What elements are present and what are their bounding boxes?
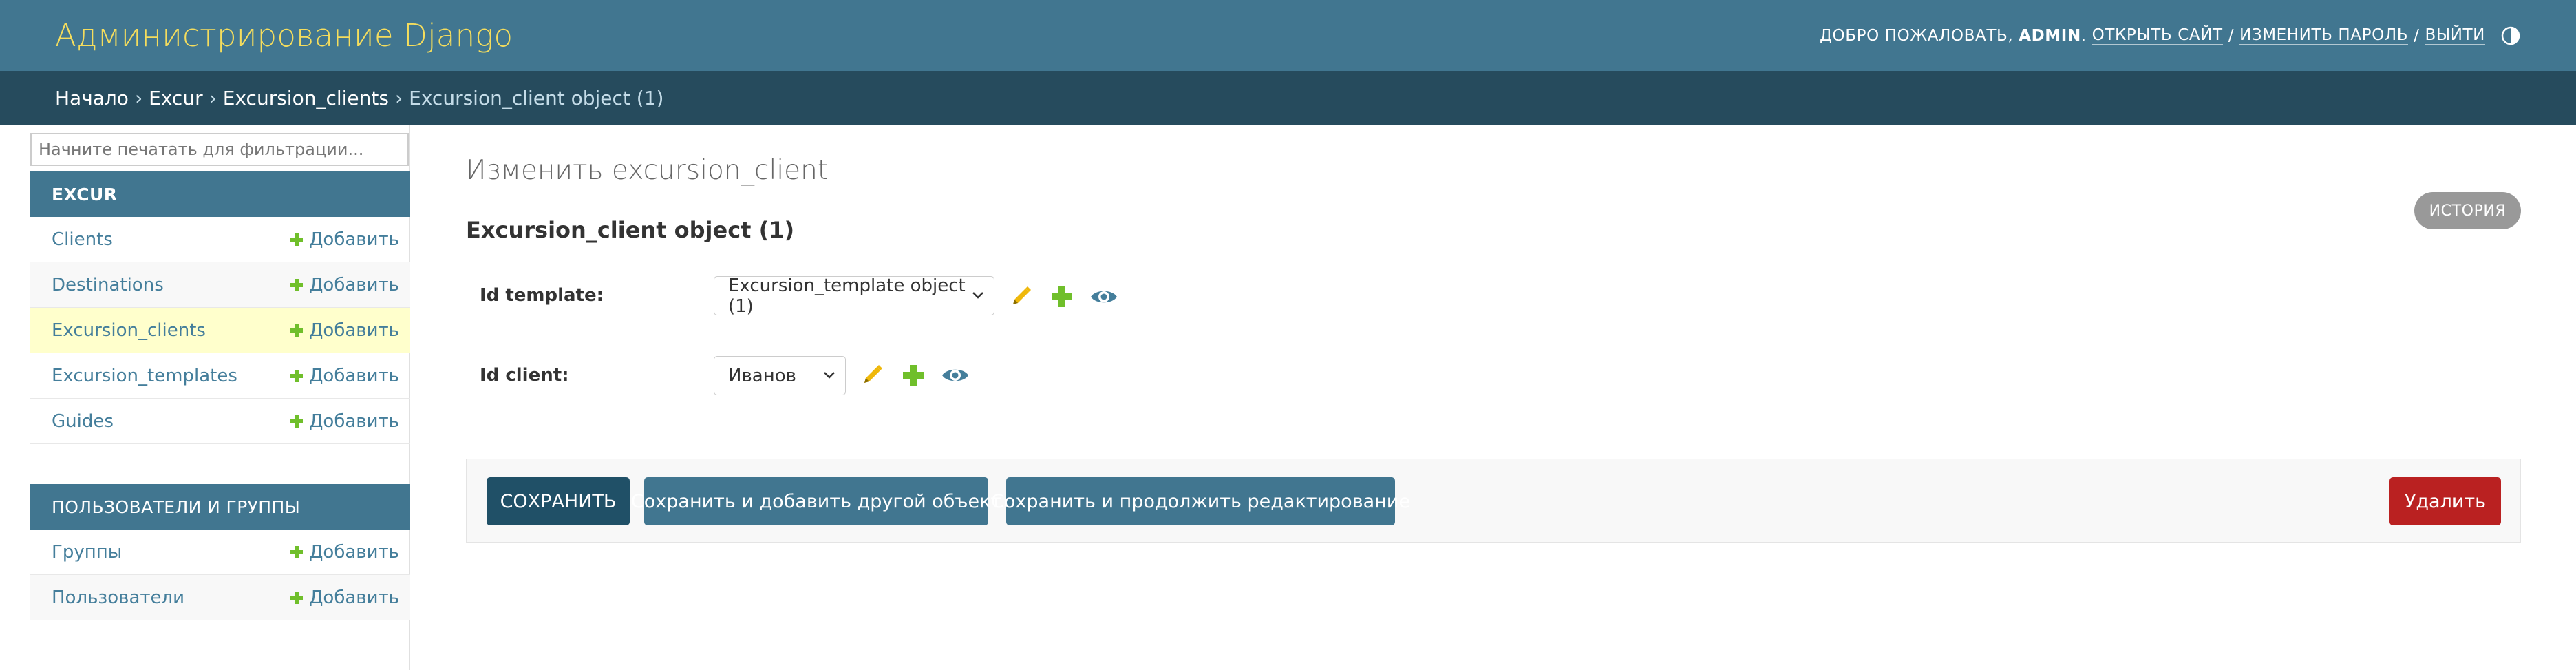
welcome-text: Добро пожаловать, [1819,26,2014,45]
eye-icon[interactable] [940,362,970,389]
form-row-id-client: Id client: Иванов [466,335,2521,415]
field-label: Id template: [480,285,604,306]
add-link-label: Добавить [309,320,399,341]
nav-sidebar: Excur Clients Добавить Destinations Доба… [30,125,410,670]
add-related-icon[interactable] [1048,283,1076,311]
plus-icon [290,278,304,291]
select-value: Excursion_template object (1) [728,275,966,317]
history-button[interactable]: История [2414,192,2521,229]
object-title: Excursion_client object (1) [466,217,795,243]
add-link-label: Добавить [309,229,399,250]
sidebar-item-excursion-clients: Excursion_clients Добавить [30,308,410,353]
add-link-label: Добавить [309,365,399,386]
add-link-label: Добавить [309,274,399,295]
breadcrumb-current: Excursion_client object (1) [409,86,664,109]
add-guides-link[interactable]: Добавить [290,411,399,432]
user-tools-separator: / [2228,26,2235,45]
save-and-continue-button[interactable]: Сохранить и продолжить редактирование [991,477,1410,525]
pencil-icon[interactable] [1007,283,1034,311]
field-label: Id client: [480,365,569,386]
username: admin [2019,26,2081,45]
breadcrumb-home[interactable]: Начало [55,87,129,109]
app-module-excur: Excur Clients Добавить Destinations Доба… [30,171,410,444]
plus-icon [290,591,304,604]
save-button[interactable]: Сохранить [487,477,630,525]
sidebar-item-label[interactable]: Группы [52,542,122,563]
module-caption-excur[interactable]: Excur [30,171,410,217]
plus-icon [290,233,304,246]
page-title: Изменить excursion_client [466,155,829,186]
site-branding[interactable]: Администрирование Django [55,17,513,54]
submit-row: Сохранить Сохранить и добавить другой об… [466,459,2521,543]
view-site-link[interactable]: Открыть сайт [2091,26,2223,45]
site-header: Администрирование Django Добро пожаловат… [0,0,2576,71]
breadcrumb-separator: › [209,86,217,109]
breadcrumb: Начало › Excur › Excursion_clients › Exc… [0,71,2576,125]
sidebar-item-excursion-templates: Excursion_templates Добавить [30,353,410,399]
plus-icon [290,369,304,382]
chevron-down-icon [972,292,983,299]
sidebar-item-label[interactable]: Excursion_clients [52,320,206,341]
add-link-label: Добавить [309,541,399,563]
chevron-down-icon [824,372,835,379]
sidebar-item-destinations: Destinations Добавить [30,262,410,308]
sidebar-item-users: Пользователи Добавить [30,575,410,620]
breadcrumb-app[interactable]: Excur [149,87,202,109]
app-module-auth: Пользователи и группы Группы Добавить По… [30,484,410,620]
add-link-label: Добавить [309,410,399,432]
sidebar-item-label[interactable]: Clients [52,229,113,250]
id-template-select[interactable]: Excursion_template object (1) [714,275,994,317]
plus-icon [290,545,304,558]
theme-toggle-icon[interactable] [2500,25,2521,46]
add-clients-link[interactable]: Добавить [290,229,399,250]
add-groups-link[interactable]: Добавить [290,542,399,563]
sidebar-item-label[interactable]: Guides [52,411,114,432]
add-excursion-templates-link[interactable]: Добавить [290,366,399,386]
pencil-icon[interactable] [858,362,886,389]
save-and-add-another-button[interactable]: Сохранить и добавить другой объект [631,477,1001,525]
delete-button[interactable]: Удалить [2389,477,2501,525]
breadcrumb-separator: › [394,86,403,109]
sidebar-item-label[interactable]: Destinations [52,275,164,295]
breadcrumb-model[interactable]: Excursion_clients [223,87,389,109]
module-caption-auth[interactable]: Пользователи и группы [30,484,410,530]
sidebar-item-label[interactable]: Пользователи [52,587,184,608]
sidebar-filter-input[interactable] [30,133,409,166]
id-client-select[interactable]: Иванов [714,356,846,395]
add-excursion-clients-link[interactable]: Добавить [290,320,399,341]
sidebar-item-guides: Guides Добавить [30,399,410,444]
user-tools-separator: / [2414,26,2420,45]
eye-icon[interactable] [1089,283,1119,311]
sidebar-item-label[interactable]: Excursion_templates [52,366,237,386]
add-link-label: Добавить [309,587,399,608]
plus-icon [290,324,304,337]
plus-icon [290,415,304,428]
sidebar-item-clients: Clients Добавить [30,217,410,262]
add-users-link[interactable]: Добавить [290,587,399,608]
sidebar-item-groups: Группы Добавить [30,530,410,575]
form-row-id-template: Id template: Excursion_template object (… [466,255,2521,335]
add-related-icon[interactable] [900,362,927,389]
change-password-link[interactable]: Изменить пароль [2239,26,2409,45]
breadcrumb-separator: › [134,86,143,109]
add-destinations-link[interactable]: Добавить [290,275,399,295]
select-value: Иванов [728,365,796,386]
logout-link[interactable]: Выйти [2425,26,2485,45]
user-tools: Добро пожаловать, admin. Открыть сайт / Из… [1820,25,2521,46]
